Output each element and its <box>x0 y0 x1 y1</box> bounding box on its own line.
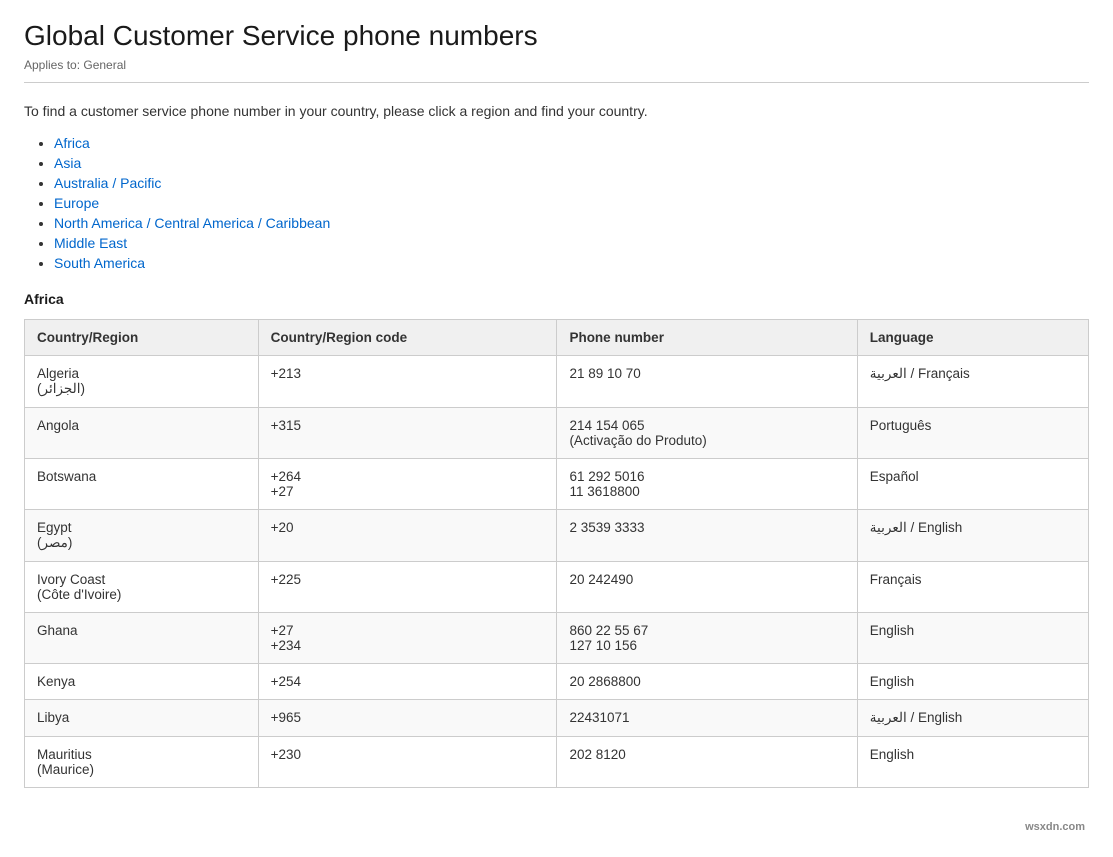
region-link-3[interactable]: Europe <box>54 195 99 211</box>
table-row: Kenya+25420 2868800English <box>25 664 1089 700</box>
africa-heading: Africa <box>24 291 1089 307</box>
table-cell-phone: 61 292 501611 3618800 <box>557 459 857 510</box>
table-cell-language: Português <box>857 408 1088 459</box>
region-list-item: North America / Central America / Caribb… <box>54 215 1089 231</box>
table-cell-country: Mauritius(Maurice) <box>25 737 259 788</box>
region-list-item: Middle East <box>54 235 1089 251</box>
table-row: Algeria(الجزائر)+21321 89 10 70العربية /… <box>25 356 1089 408</box>
region-link-4[interactable]: North America / Central America / Caribb… <box>54 215 330 231</box>
page-title: Global Customer Service phone numbers <box>24 20 1089 52</box>
table-cell-code: +225 <box>258 562 557 613</box>
table-cell-phone: 20 242490 <box>557 562 857 613</box>
region-list-item: Africa <box>54 135 1089 151</box>
table-cell-phone: 202 8120 <box>557 737 857 788</box>
table-cell-phone: 20 2868800 <box>557 664 857 700</box>
africa-table: Country/RegionCountry/Region codePhone n… <box>24 319 1089 788</box>
title-divider <box>24 82 1089 83</box>
table-cell-code: +230 <box>258 737 557 788</box>
table-cell-country: Kenya <box>25 664 259 700</box>
table-cell-country: Algeria(الجزائر) <box>25 356 259 408</box>
table-cell-language: العربية / English <box>857 700 1088 737</box>
table-cell-phone: 21 89 10 70 <box>557 356 857 408</box>
table-cell-country: Botswana <box>25 459 259 510</box>
table-cell-country: Ghana <box>25 613 259 664</box>
table-cell-language: Español <box>857 459 1088 510</box>
region-link-2[interactable]: Australia / Pacific <box>54 175 161 191</box>
region-list: Africa Asia Australia / Pacific Europe North… <box>24 135 1089 271</box>
table-cell-language: Français <box>857 562 1088 613</box>
table-column-header: Country/Region code <box>258 320 557 356</box>
region-link-0[interactable]: Africa <box>54 135 90 151</box>
table-cell-language: English <box>857 664 1088 700</box>
table-cell-country: Egypt(مصر) <box>25 510 259 562</box>
region-list-item: South America <box>54 255 1089 271</box>
table-row: Mauritius(Maurice)+230202 8120English <box>25 737 1089 788</box>
table-cell-country: Angola <box>25 408 259 459</box>
table-cell-code: +315 <box>258 408 557 459</box>
region-list-item: Europe <box>54 195 1089 211</box>
table-cell-language: العربية / English <box>857 510 1088 562</box>
intro-paragraph: To find a customer service phone number … <box>24 103 1089 119</box>
table-cell-code: +27+234 <box>258 613 557 664</box>
table-column-header: Phone number <box>557 320 857 356</box>
table-cell-phone: 2 3539 3333 <box>557 510 857 562</box>
table-cell-code: +264+27 <box>258 459 557 510</box>
table-cell-phone: 214 154 065(Activação do Produto) <box>557 408 857 459</box>
table-cell-phone: 22431071 <box>557 700 857 737</box>
table-cell-code: +213 <box>258 356 557 408</box>
table-cell-language: العربية / Français <box>857 356 1088 408</box>
table-cell-country: Libya <box>25 700 259 737</box>
region-link-6[interactable]: South America <box>54 255 145 271</box>
table-cell-code: +20 <box>258 510 557 562</box>
applies-to-label: Applies to: General <box>24 58 1089 72</box>
table-row: Angola+315214 154 065(Activação do Produ… <box>25 408 1089 459</box>
table-row: Egypt(مصر)+202 3539 3333العربية / Englis… <box>25 510 1089 562</box>
table-row: Botswana+264+2761 292 501611 3618800Espa… <box>25 459 1089 510</box>
region-list-item: Australia / Pacific <box>54 175 1089 191</box>
watermark: wsxdn.com <box>1017 817 1093 837</box>
table-cell-country: Ivory Coast(Côte d'Ivoire) <box>25 562 259 613</box>
table-header-row: Country/RegionCountry/Region codePhone n… <box>25 320 1089 356</box>
table-cell-phone: 860 22 55 67127 10 156 <box>557 613 857 664</box>
region-list-item: Asia <box>54 155 1089 171</box>
table-row: Ghana+27+234860 22 55 67127 10 156Englis… <box>25 613 1089 664</box>
table-column-header: Language <box>857 320 1088 356</box>
table-row: Libya+96522431071العربية / English <box>25 700 1089 737</box>
table-cell-language: English <box>857 737 1088 788</box>
table-column-header: Country/Region <box>25 320 259 356</box>
table-cell-language: English <box>857 613 1088 664</box>
region-link-1[interactable]: Asia <box>54 155 81 171</box>
table-cell-code: +965 <box>258 700 557 737</box>
region-link-5[interactable]: Middle East <box>54 235 127 251</box>
table-cell-code: +254 <box>258 664 557 700</box>
table-row: Ivory Coast(Côte d'Ivoire)+22520 242490F… <box>25 562 1089 613</box>
